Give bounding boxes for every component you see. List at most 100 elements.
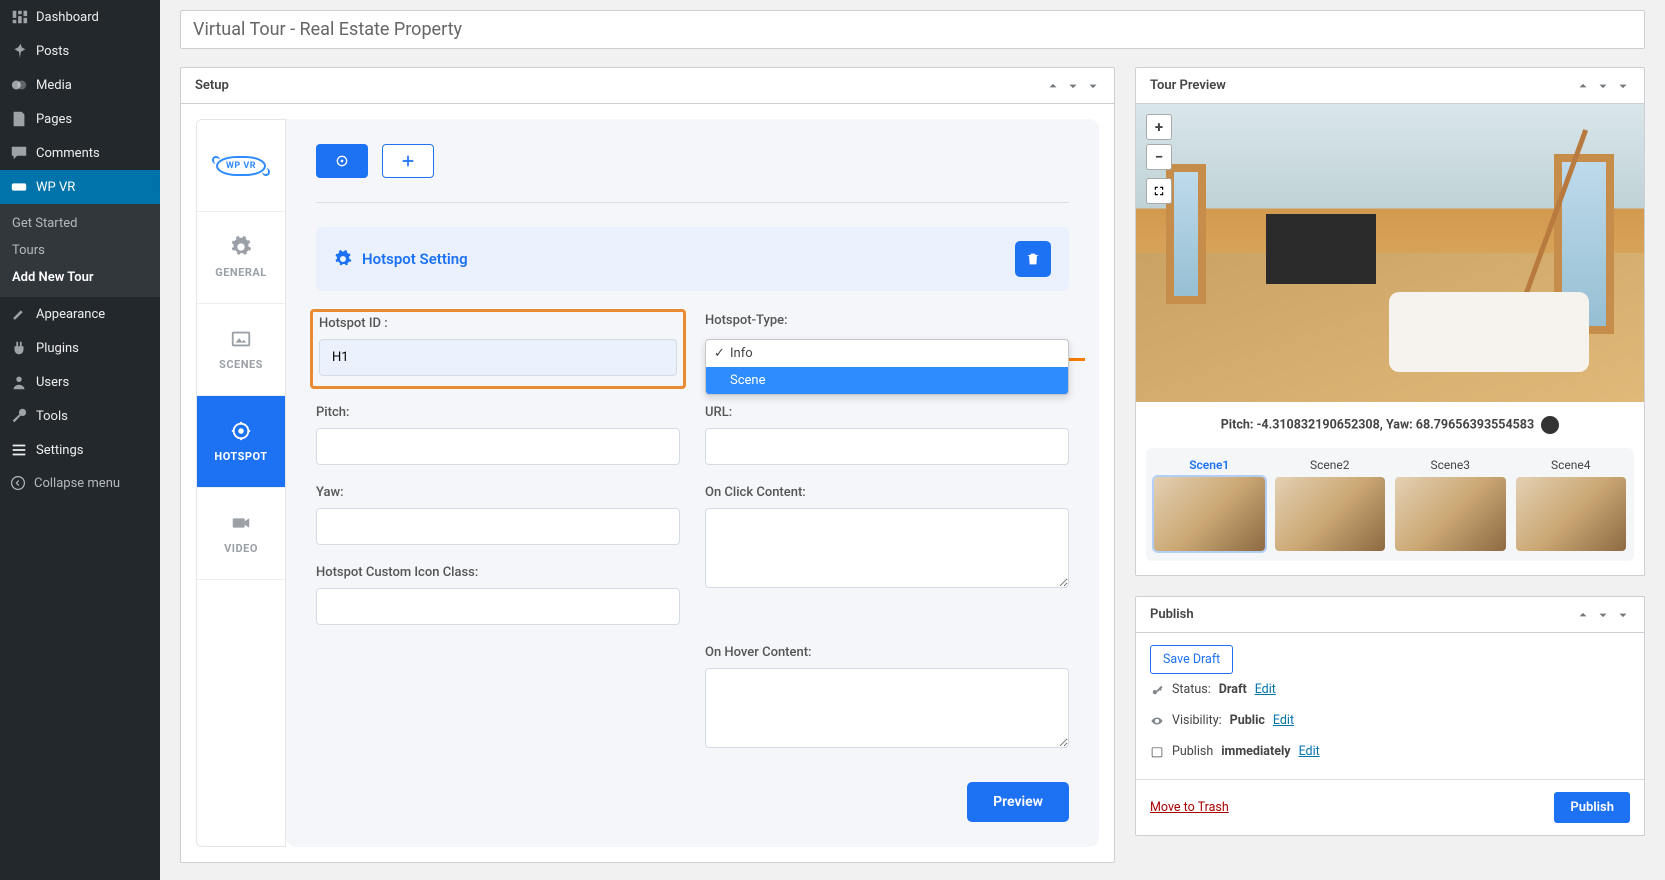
icon-class-input[interactable] — [316, 588, 680, 625]
scene-thumb-2[interactable]: Scene2 — [1275, 458, 1386, 551]
url-input[interactable] — [705, 428, 1069, 465]
tab-general[interactable]: GENERAL — [197, 212, 285, 304]
sidebar-item-users[interactable]: Users — [0, 365, 160, 399]
plug-icon — [10, 339, 28, 357]
sidebar-item-label: WP VR — [36, 180, 75, 195]
yaw-input[interactable] — [316, 508, 680, 545]
coords-readout: Pitch: -4.310832190652308, Yaw: 68.79656… — [1136, 402, 1644, 448]
schedule-row: Publish immediately Edit — [1150, 736, 1630, 767]
hotspot-id-input[interactable] — [319, 339, 677, 376]
edit-status-link[interactable]: Edit — [1255, 682, 1276, 697]
dropdown-option-info[interactable]: Info — [706, 340, 1068, 367]
sidebar-item-label: Posts — [36, 44, 69, 59]
tab-logo: WP VR — [197, 120, 285, 212]
save-draft-button[interactable]: Save Draft — [1150, 645, 1233, 674]
move-to-trash-link[interactable]: Move to Trash — [1150, 800, 1229, 815]
sidebar-item-appearance[interactable]: Appearance — [0, 297, 160, 331]
zoom-out-button[interactable]: − — [1146, 144, 1172, 170]
yaw-label: Yaw: — [316, 485, 680, 500]
image-icon — [230, 328, 252, 350]
page-icon — [10, 110, 28, 128]
edit-schedule-link[interactable]: Edit — [1299, 744, 1320, 759]
download-coords-button[interactable] — [1541, 416, 1559, 434]
caret-toggle-icon[interactable] — [1616, 79, 1630, 93]
sidebar-item-label: Settings — [36, 443, 83, 458]
tab-label: SCENES — [219, 358, 263, 371]
publish-button[interactable]: Publish — [1554, 792, 1630, 823]
edit-visibility-link[interactable]: Edit — [1273, 713, 1294, 728]
preview-button[interactable]: Preview — [967, 782, 1069, 822]
url-label: URL: — [705, 405, 1069, 420]
sidebar-item-media[interactable]: Media — [0, 68, 160, 102]
delete-hotspot-button[interactable] — [1015, 241, 1051, 277]
panel-title: Tour Preview — [1150, 78, 1226, 93]
sidebar-item-wpvr[interactable]: WP VR — [0, 170, 160, 204]
fullscreen-button[interactable] — [1146, 178, 1172, 204]
hotspot-type-label: Hotspot-Type: — [705, 313, 1069, 328]
sidebar-item-label: Users — [36, 375, 69, 390]
scene-thumbnails: Scene1 Scene2 Scene3 Scene4 — [1146, 448, 1634, 561]
sidebar-item-plugins[interactable]: Plugins — [0, 331, 160, 365]
plus-icon — [400, 153, 416, 169]
scene-thumb-4[interactable]: Scene4 — [1516, 458, 1627, 551]
chevron-down-icon[interactable] — [1066, 79, 1080, 93]
sidebar-item-posts[interactable]: Posts — [0, 34, 160, 68]
sidebar-item-label: Pages — [36, 112, 72, 127]
sidebar-item-label: Comments — [36, 146, 100, 161]
visibility-row: Visibility: Public Edit — [1150, 705, 1630, 736]
tab-scenes[interactable]: SCENES — [197, 304, 285, 396]
chevron-up-icon[interactable] — [1046, 79, 1060, 93]
dropdown-option-scene[interactable]: Scene — [706, 367, 1068, 394]
setup-panel-header: Setup — [181, 68, 1114, 104]
video-icon — [230, 512, 252, 534]
sidebar-submenu: Get Started Tours Add New Tour — [0, 204, 160, 297]
tab-label: GENERAL — [215, 266, 267, 279]
hotspot-tab-content: Hotspot Setting Hotspot ID : — [286, 119, 1099, 847]
hotspot-active-tab[interactable] — [316, 144, 368, 178]
thumb-label: Scene1 — [1154, 458, 1265, 472]
page-title-input[interactable]: Virtual Tour - Real Estate Property — [180, 10, 1645, 49]
sidebar-item-settings[interactable]: Settings — [0, 433, 160, 467]
submenu-get-started[interactable]: Get Started — [0, 210, 160, 237]
chevron-down-icon[interactable] — [1596, 608, 1610, 622]
comment-icon — [10, 144, 28, 162]
pitch-label: Pitch: — [316, 405, 680, 420]
zoom-in-button[interactable]: + — [1146, 114, 1172, 140]
fullscreen-icon — [1153, 185, 1165, 197]
collapse-icon — [10, 475, 26, 491]
sidebar-item-dashboard[interactable]: Dashboard — [0, 0, 160, 34]
scene-thumb-1[interactable]: Scene1 — [1154, 458, 1265, 551]
collapse-menu[interactable]: Collapse menu — [0, 467, 160, 499]
sidebar-item-comments[interactable]: Comments — [0, 136, 160, 170]
gear-icon — [230, 236, 252, 258]
click-content-input[interactable] — [705, 508, 1069, 588]
caret-toggle-icon[interactable] — [1616, 608, 1630, 622]
tour-preview-header: Tour Preview — [1136, 68, 1644, 104]
tab-video[interactable]: VIDEO — [197, 488, 285, 580]
panorama-viewer[interactable]: + − — [1136, 104, 1644, 402]
pin-icon — [10, 42, 28, 60]
annotation-arrow — [1077, 351, 1085, 367]
hotspot-id-label: Hotspot ID : — [319, 316, 677, 331]
collapse-label: Collapse menu — [34, 476, 120, 491]
hover-content-input[interactable] — [705, 668, 1069, 748]
sidebar-item-tools[interactable]: Tools — [0, 399, 160, 433]
chevron-up-icon[interactable] — [1576, 79, 1590, 93]
sidebar-item-label: Media — [36, 78, 72, 93]
submenu-tours[interactable]: Tours — [0, 237, 160, 264]
pitch-input[interactable] — [316, 428, 680, 465]
icon-class-label: Hotspot Custom Icon Class: — [316, 565, 680, 580]
caret-toggle-icon[interactable] — [1086, 79, 1100, 93]
sidebar-item-label: Appearance — [36, 307, 105, 322]
sidebar-item-label: Dashboard — [36, 10, 99, 25]
scene-thumb-3[interactable]: Scene3 — [1395, 458, 1506, 551]
hotspot-add-tab[interactable] — [382, 144, 434, 178]
chevron-down-icon[interactable] — [1596, 79, 1610, 93]
submenu-add-new-tour[interactable]: Add New Tour — [0, 264, 160, 291]
gear-icon — [334, 250, 352, 268]
sidebar-item-pages[interactable]: Pages — [0, 102, 160, 136]
media-icon — [10, 76, 28, 94]
tab-hotspot[interactable]: HOTSPOT — [197, 396, 285, 488]
chevron-up-icon[interactable] — [1576, 608, 1590, 622]
hotspot-type-dropdown[interactable]: Info Scene — [705, 339, 1069, 395]
